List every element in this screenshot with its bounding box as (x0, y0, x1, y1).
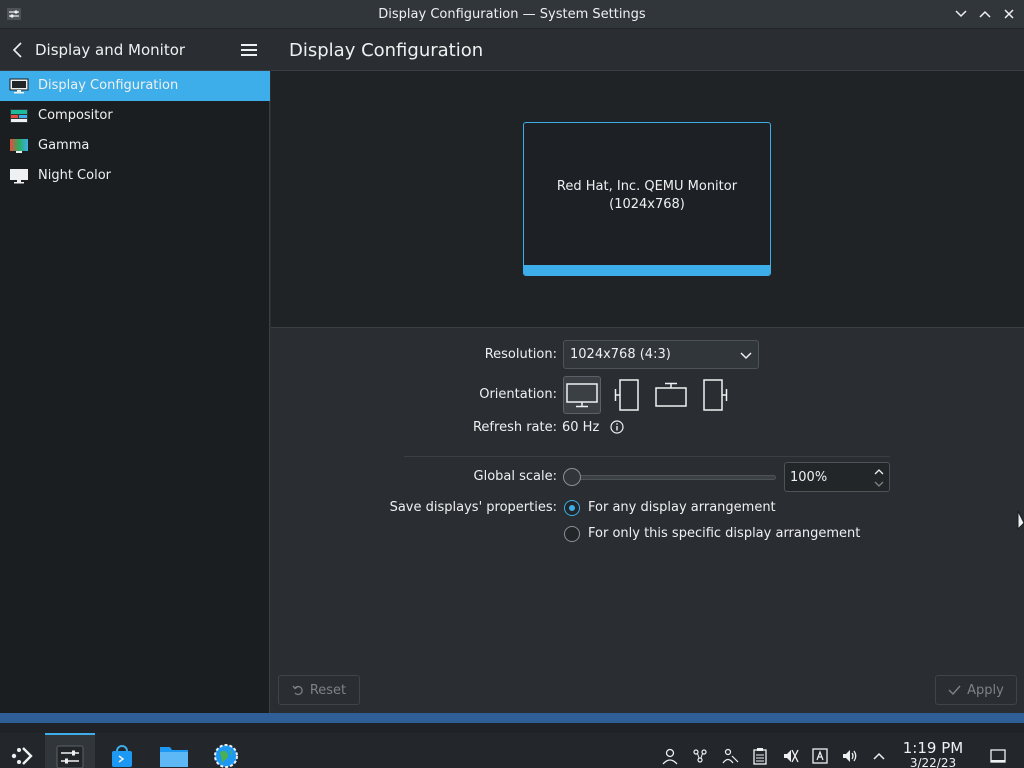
globe-icon (214, 743, 238, 768)
chevron-down-icon (955, 10, 967, 18)
input-method-icon[interactable] (810, 746, 830, 766)
volume-icon[interactable] (840, 746, 860, 766)
minimize-button[interactable] (952, 5, 970, 23)
undo-icon (292, 685, 303, 696)
global-scale-label: Global scale: (473, 469, 557, 484)
clipboard-icon[interactable] (750, 746, 770, 766)
sidebar-item-night-color[interactable]: Night Color (0, 161, 270, 191)
title-bar: Display Configuration — System Settings (0, 0, 1024, 29)
radio-specific-arrangement[interactable] (564, 526, 580, 542)
radio-any-arrangement-label[interactable]: For any display arrangement (588, 500, 776, 515)
global-scale-spinbox[interactable]: 100% (784, 462, 890, 492)
show-desktop-icon[interactable] (988, 746, 1008, 766)
launcher-icon (11, 746, 33, 765)
close-button[interactable] (1000, 5, 1018, 23)
checkmark-icon (948, 685, 961, 696)
chevron-up-icon (979, 10, 991, 18)
global-scale-value: 100% (790, 470, 828, 485)
monitor-label: Red Hat, Inc. QEMU Monitor (1024x768) (524, 178, 770, 214)
apply-button[interactable]: Apply (935, 675, 1017, 705)
orientation-label: Orientation: (479, 387, 557, 402)
sidebar-item-compositor[interactable]: Compositor (0, 101, 270, 131)
sidebar-title: Display and Monitor (35, 41, 186, 59)
hamburger-menu-button[interactable] (240, 42, 258, 58)
mouse-cursor-icon (1017, 510, 1024, 531)
night-color-icon (9, 168, 29, 184)
application-launcher-button[interactable] (0, 733, 44, 768)
monitor-icon (9, 78, 29, 94)
rotate-right-monitor-icon (703, 379, 728, 411)
monitor-name: Red Hat, Inc. QEMU Monitor (556, 179, 738, 194)
resolution-label: Resolution: (484, 347, 557, 362)
clock-date: 3/22/23 (909, 756, 957, 768)
upside-down-monitor-icon (655, 382, 687, 407)
radio-any-arrangement[interactable] (564, 500, 580, 516)
separator (404, 456, 890, 457)
page-title: Display Configuration (289, 40, 484, 61)
system-settings-icon (56, 745, 84, 768)
resolution-value: 1024x768 (4:3) (570, 347, 671, 362)
save-properties-label: Save displays' properties: (389, 500, 557, 515)
window-title: Display Configuration — System Settings (378, 7, 646, 22)
store-bag-icon (112, 744, 132, 767)
maximize-button[interactable] (976, 5, 994, 23)
reset-button[interactable]: Reset (278, 675, 360, 705)
orientation-inverted-button[interactable] (652, 376, 690, 414)
rotate-left-monitor-icon (614, 379, 639, 411)
orientation-portrait-right-button[interactable] (696, 376, 734, 414)
hamburger-icon (241, 44, 257, 56)
global-scale-slider[interactable] (571, 475, 776, 480)
gamma-icon (9, 138, 29, 154)
taskbar-file-manager[interactable] (150, 733, 198, 768)
monitor-output[interactable]: Red Hat, Inc. QEMU Monitor (1024x768) (523, 122, 771, 276)
digital-clock[interactable]: 1:19 PM 3/22/23 (898, 740, 968, 768)
main-panel: Display Configuration Red Hat, Inc. QEMU… (271, 29, 1024, 713)
user-icon[interactable] (660, 746, 680, 766)
landscape-monitor-icon (566, 383, 598, 408)
taskbar-system-settings[interactable] (45, 733, 95, 768)
refresh-rate-value: 60 Hz (562, 420, 600, 435)
sidebar-header: Display and Monitor (0, 29, 270, 71)
accessibility-icon[interactable] (720, 746, 740, 766)
clock-time: 1:19 PM (902, 739, 964, 757)
close-icon (1004, 9, 1014, 19)
page-header: Display Configuration (271, 29, 1024, 71)
sidebar-item-label: Compositor (38, 108, 113, 123)
apply-label: Apply (967, 682, 1004, 698)
refresh-rate-label: Refresh rate: (472, 420, 557, 435)
monitor-primary-bar (524, 265, 770, 275)
network-icon[interactable] (690, 746, 710, 766)
radio-specific-arrangement-label[interactable]: For only this specific display arrangeme… (588, 526, 860, 541)
chevron-left-icon (12, 42, 22, 58)
orientation-portrait-left-button[interactable] (608, 376, 646, 414)
sidebar-item-label: Gamma (38, 138, 90, 153)
sidebar-item-label: Display Configuration (38, 78, 179, 93)
taskbar: 1:19 PM 3/22/23 (0, 713, 1024, 768)
monitor-resolution: (1024x768) (609, 197, 685, 212)
sidebar-item-gamma[interactable]: Gamma (0, 131, 270, 161)
orientation-landscape-button[interactable] (563, 376, 601, 414)
back-button[interactable] (10, 41, 26, 59)
display-arrangement-canvas[interactable]: Red Hat, Inc. QEMU Monitor (1024x768) (271, 71, 1024, 328)
chevron-up-icon[interactable] (869, 746, 889, 766)
chevron-down-icon (740, 349, 752, 361)
folder-icon (160, 746, 188, 767)
spin-up-icon[interactable] (873, 466, 885, 476)
microphone-muted-icon[interactable] (780, 746, 800, 766)
resolution-dropdown[interactable]: 1024x768 (4:3) (563, 340, 759, 369)
sidebar-item-label: Night Color (38, 168, 111, 183)
taskbar-panel: 1:19 PM 3/22/23 (0, 733, 1024, 768)
taskbar-browser[interactable] (202, 733, 250, 768)
info-icon[interactable] (610, 420, 624, 434)
reset-label: Reset (309, 682, 347, 698)
sidebar: Display and Monitor Display Configuratio… (0, 29, 270, 713)
taskbar-discover[interactable] (98, 733, 146, 768)
compositor-icon (9, 108, 29, 124)
spin-down-icon[interactable] (873, 478, 885, 488)
sidebar-item-display-configuration[interactable]: Display Configuration (0, 71, 270, 101)
global-scale-slider-handle[interactable] (563, 468, 581, 486)
